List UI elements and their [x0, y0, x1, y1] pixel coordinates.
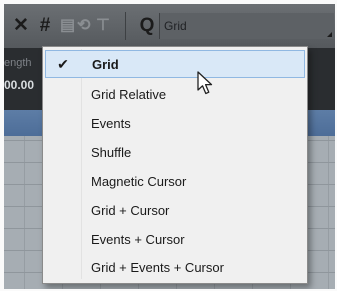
- snap-type-menu: ✔ Grid Grid Relative Events Shuffle Magn…: [42, 46, 308, 284]
- disabled-loop-icon: ⟲: [77, 17, 91, 34]
- quantize-icon[interactable]: Q: [138, 14, 156, 38]
- info-line-right: [304, 48, 335, 110]
- menu-item-label: Events: [91, 116, 131, 131]
- snap-toggle-icon[interactable]: ✕: [10, 14, 32, 38]
- menu-item-events[interactable]: Events: [45, 109, 305, 137]
- menu-item-grid-relative[interactable]: Grid Relative: [45, 80, 305, 108]
- info-line: ength 00.00: [4, 48, 44, 110]
- menu-item-label: Grid Relative: [91, 87, 167, 102]
- snap-type-icon[interactable]: #: [35, 14, 55, 38]
- menu-item-events-cursor[interactable]: Events + Cursor: [45, 225, 305, 253]
- length-value: 00.00: [4, 78, 35, 92]
- menu-item-grid[interactable]: ✔ Grid: [45, 50, 305, 78]
- toolbar: ✕ # ▤ ⟲ ⊤ Q Grid: [4, 4, 335, 48]
- disabled-grid-icon: ▤: [60, 17, 76, 34]
- menu-item-label: Grid: [92, 57, 119, 72]
- menu-item-label: Grid + Cursor: [91, 203, 170, 218]
- menu-item-label: Shuffle: [91, 145, 132, 160]
- dropdown-corner-icon: [327, 32, 332, 37]
- app-window: ✕ # ▤ ⟲ ⊤ Q Grid ength 00.00 ✔ Grid Grid…: [4, 4, 335, 289]
- toolbar-divider: [125, 12, 126, 40]
- disabled-marker-icon: ⊤: [96, 17, 110, 34]
- menu-item-label: Events + Cursor: [91, 232, 185, 247]
- menu-item-grid-cursor[interactable]: Grid + Cursor: [45, 196, 305, 224]
- quantize-value: Grid: [164, 19, 187, 33]
- menu-item-grid-events-cursor[interactable]: Grid + Events + Cursor: [45, 253, 305, 281]
- quantize-preset-field[interactable]: Grid: [159, 13, 334, 39]
- menu-item-shuffle[interactable]: Shuffle: [45, 138, 305, 166]
- checkmark-icon: ✔: [57, 56, 69, 72]
- length-label: ength: [4, 57, 32, 69]
- menu-item-label: Grid + Events + Cursor: [91, 260, 224, 275]
- menu-item-magnetic-cursor[interactable]: Magnetic Cursor: [45, 167, 305, 195]
- menu-item-label: Magnetic Cursor: [91, 174, 187, 189]
- mouse-pointer-icon: [197, 71, 213, 95]
